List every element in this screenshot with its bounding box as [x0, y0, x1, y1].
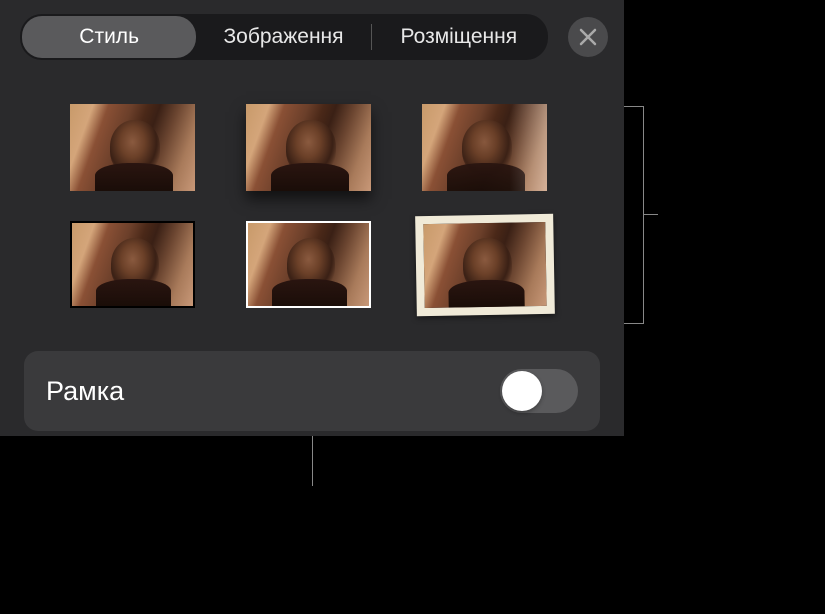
frame-toggle[interactable]	[500, 369, 578, 413]
close-icon	[579, 28, 597, 46]
style-preset-grid	[0, 74, 624, 335]
preset-thumbnail	[70, 221, 195, 308]
segmented-control: Стиль Зображення Розміщення	[20, 14, 548, 60]
preset-thumbnail	[422, 104, 547, 191]
callout-tick-right	[644, 214, 658, 215]
style-preset-none[interactable]	[70, 104, 195, 191]
preset-thumbnail	[246, 104, 371, 191]
style-preset-photo-frame[interactable]	[416, 215, 554, 315]
close-button[interactable]	[568, 17, 608, 57]
preset-thumbnail	[415, 214, 555, 316]
format-panel: Стиль Зображення Розміщення	[0, 0, 624, 436]
style-preset-black-border[interactable]	[70, 221, 195, 308]
tab-style[interactable]: Стиль	[22, 16, 196, 58]
tab-layout[interactable]: Розміщення	[372, 16, 546, 58]
style-preset-reflection[interactable]	[422, 104, 547, 191]
toggle-knob	[502, 371, 542, 411]
callout-line-bottom	[312, 436, 313, 486]
style-preset-white-border[interactable]	[246, 221, 371, 308]
panel-header: Стиль Зображення Розміщення	[0, 0, 624, 74]
tab-image[interactable]: Зображення	[196, 16, 370, 58]
preset-thumbnail	[70, 104, 195, 191]
style-preset-shadow[interactable]	[246, 104, 371, 191]
preset-thumbnail	[246, 221, 371, 308]
frame-label: Рамка	[46, 376, 124, 407]
frame-row[interactable]: Рамка	[24, 351, 600, 431]
callout-bracket-right	[624, 106, 644, 324]
